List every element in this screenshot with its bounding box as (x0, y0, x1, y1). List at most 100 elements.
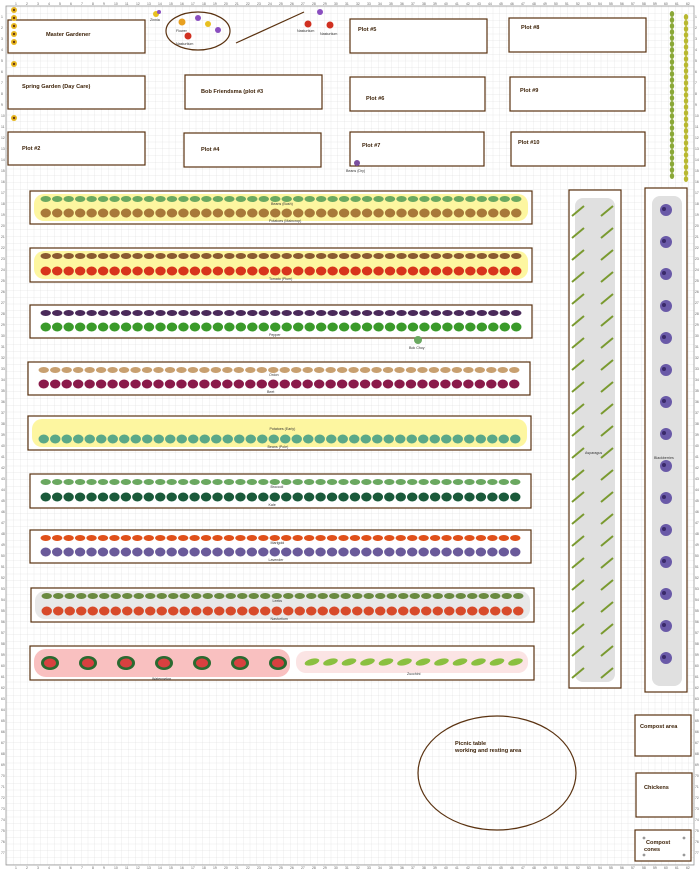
bed-1[interactable]: Beans (Bush) Potatoes (Maincrop) (29, 190, 533, 225)
compost-area[interactable]: Compost area (634, 714, 692, 757)
ruler-tick-label: 50 (1, 554, 5, 558)
pepper-plant-icon (499, 322, 511, 332)
ruler-tick-label: 10 (114, 2, 118, 6)
plot-4[interactable]: Plot #4 (183, 132, 322, 168)
ruler-tick-label: 54 (695, 598, 699, 602)
onion-plant-icon (245, 367, 256, 373)
pepper-plant-icon (511, 322, 522, 332)
beet-plant-icon (38, 379, 49, 389)
potato-plant-icon (327, 208, 338, 218)
blackberries-bed[interactable]: Blackberries (644, 187, 688, 693)
bean-plant-icon (97, 196, 109, 202)
bed-3[interactable]: Pepper (29, 304, 533, 339)
bean-plant-icon (212, 196, 224, 202)
eggplant-plant-icon (281, 310, 292, 316)
corn-icon (683, 140, 689, 146)
plot-9[interactable]: Plot #9 (509, 76, 646, 112)
tomato-plant-icon (281, 266, 292, 276)
leek-plant-icon (455, 593, 466, 599)
marigold-plant-icon (63, 535, 74, 541)
bed-6[interactable]: Broccoli Kale (29, 473, 532, 509)
potato-plant-icon (132, 208, 143, 218)
bed-bottom-label: Pepper (269, 333, 281, 337)
bed-7[interactable]: Marigold Lavender (29, 529, 532, 564)
ruler-tick-label: 35 (695, 389, 699, 393)
ruler-tick-label: 16 (180, 2, 184, 6)
ruler-tick-label: 18 (695, 202, 699, 206)
asparagus-bed[interactable]: Asparagus (568, 189, 622, 689)
bean-plant-icon (338, 196, 350, 202)
plot-6[interactable]: Plot #6 (349, 76, 486, 112)
eggplant-plant-icon (201, 310, 212, 316)
ruler-tick-label: 38 (422, 2, 426, 6)
bed-5[interactable]: Potatoes (Early) Beans (Pole) (27, 415, 532, 451)
ruler-tick-label: 49 (543, 866, 547, 870)
lavender-plant-icon (120, 547, 132, 557)
beet-plant-icon (130, 379, 141, 389)
ruler-tick-label: 4 (1, 48, 3, 52)
plot-2[interactable]: Plot #2 (7, 131, 146, 166)
beet-plant-icon (463, 379, 474, 389)
beet-plant-icon (95, 379, 107, 389)
blackberry-icon (660, 300, 672, 312)
onion-plant-icon (61, 367, 72, 373)
corn-icon (669, 17, 675, 23)
lavender-plant-icon (97, 547, 109, 557)
onion-plant-icon (405, 367, 417, 373)
ruler-tick-label: 26 (695, 290, 699, 294)
beans-dry-label: Beans (Dry) (346, 169, 365, 173)
trellis-plant-icon (166, 253, 178, 259)
nasturtium-plant-icon (375, 606, 386, 616)
bean-plant-icon (452, 479, 464, 485)
lavender-plant-icon (258, 547, 269, 557)
ruler-tick-label: 53 (695, 587, 699, 591)
bed-8[interactable]: Leeks Nasturtium (30, 587, 535, 623)
bean-plant-icon (349, 479, 361, 485)
plot-8[interactable]: Plot #8 (508, 17, 647, 53)
plot-7[interactable]: Plot #7 (349, 131, 485, 167)
ruler-tick-label: 14 (1, 158, 5, 162)
polebean-plant-icon (510, 434, 521, 444)
tomato-plant-icon (86, 266, 97, 276)
plot-bob-friendsma[interactable]: Bob Friendsma (plot #3 (184, 74, 323, 110)
bed-2[interactable]: Tomato (Plum) (29, 247, 533, 283)
compost-cones[interactable]: Compost cones (634, 829, 692, 862)
ruler-tick-label: 33 (367, 2, 371, 6)
ruler-tick-label: 36 (1, 400, 5, 404)
bed-bottom-label: Lavender (269, 558, 285, 562)
plot-master-gardener[interactable]: Master Gardener (7, 19, 146, 54)
bed-bottom-label: Potatoes (Maincrop) (269, 219, 301, 223)
onion-plant-icon (49, 367, 61, 373)
ruler-tick-label: 14 (158, 866, 162, 870)
corn-icon (669, 29, 675, 35)
kale-plant-icon (109, 492, 120, 502)
ruler-tick-label: 37 (411, 2, 415, 6)
ruler-tick-label: 50 (554, 866, 558, 870)
ruler-tick-label: 12 (136, 866, 140, 870)
plot-5[interactable]: Plot #5 (349, 18, 488, 54)
kale-plant-icon (74, 492, 86, 502)
polebean-plant-icon (165, 434, 176, 444)
chickens-area[interactable]: Chickens (635, 772, 693, 818)
eggplant-plant-icon (488, 310, 499, 316)
pepper-plant-icon (63, 322, 74, 332)
plot-spring-garden[interactable]: Spring Garden (Day Care) (7, 75, 146, 110)
bed-4[interactable]: Onion Beet (27, 361, 531, 396)
potato-plant-icon (166, 208, 178, 218)
ruler-tick-label: 22 (246, 2, 250, 6)
pepper-plant-icon (109, 322, 120, 332)
bean-plant-icon (373, 196, 384, 202)
ruler-tick-label: 66 (695, 730, 699, 734)
melon-bed[interactable]: Watermelon Zucchini (29, 645, 535, 681)
ruler-tick-label: 67 (695, 741, 699, 745)
bean-plant-icon (109, 479, 120, 485)
marigold-plant-icon (258, 535, 269, 541)
ruler-tick-label: 63 (1, 697, 5, 701)
marigold-plant-icon (292, 535, 303, 541)
corn-icon (683, 68, 689, 74)
plot-10[interactable]: Plot #10 (510, 131, 646, 167)
ruler-tick-label: 8 (1, 92, 3, 96)
leek-plant-icon (421, 593, 432, 599)
lavender-plant-icon (326, 547, 338, 557)
ruler-tick-label: 26 (1, 290, 5, 294)
